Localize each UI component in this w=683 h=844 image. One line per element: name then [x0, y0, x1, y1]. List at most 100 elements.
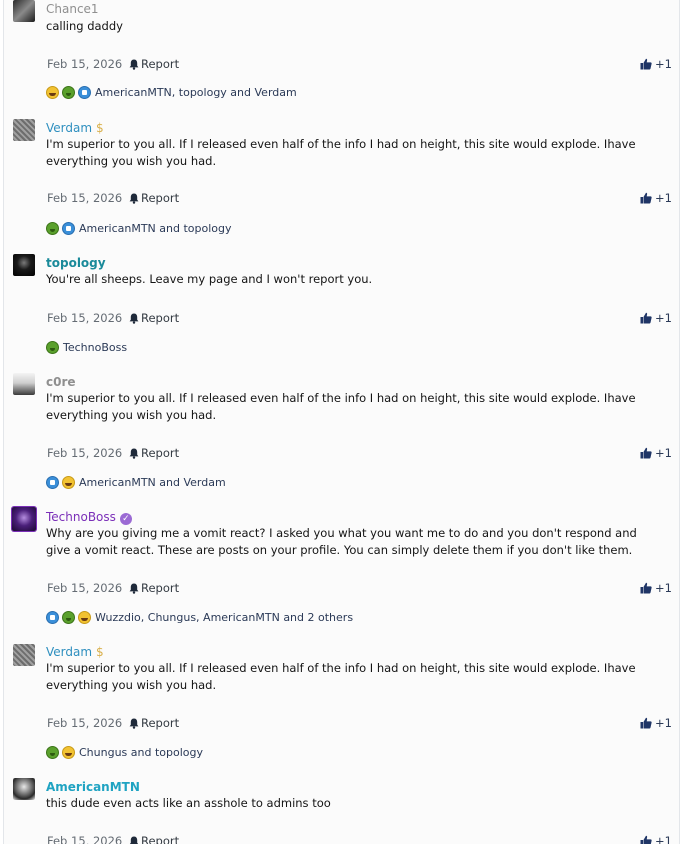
username[interactable]: Verdam $ — [46, 644, 104, 660]
reacted-by[interactable]: Wuzzdio, Chungus, AmericanMTN and 2 othe… — [95, 611, 353, 624]
thumbs-up-icon — [640, 717, 652, 729]
post-date[interactable]: Feb 15, 2026 — [47, 56, 122, 72]
thumbs-up-icon — [640, 582, 652, 594]
dollar-badge-icon: $ — [96, 645, 104, 659]
avatar[interactable] — [12, 507, 36, 531]
avatar[interactable] — [13, 119, 35, 141]
like-button[interactable]: +1 — [640, 833, 672, 844]
bell-icon — [129, 718, 139, 729]
report-label: Report — [141, 191, 180, 205]
like-count: +1 — [655, 446, 672, 460]
report-label: Report — [141, 581, 180, 595]
reaction-summary[interactable]: Wuzzdio, Chungus, AmericanMTN and 2 othe… — [46, 609, 353, 625]
post-date[interactable]: Feb 15, 2026 — [47, 580, 122, 596]
like-count: +1 — [655, 311, 672, 325]
comment-text: I'm superior to you all. If I released e… — [46, 661, 636, 692]
avatar[interactable] — [13, 0, 35, 22]
post-date[interactable]: Feb 15, 2026 — [47, 715, 122, 731]
report-button[interactable]: Report — [129, 445, 179, 461]
report-button[interactable]: Report — [129, 310, 179, 326]
post-date[interactable]: Feb 15, 2026 — [47, 190, 122, 206]
avatar[interactable] — [13, 373, 35, 395]
comment-text: calling daddy — [46, 19, 123, 33]
comment-text: I'm superior to you all. If I released e… — [46, 137, 636, 168]
vomit-react-icon — [62, 611, 75, 624]
thumbs-up-icon — [640, 192, 652, 204]
username-text: Verdam — [46, 645, 93, 659]
bell-icon — [129, 59, 139, 70]
username[interactable]: Chance1 — [46, 1, 99, 17]
comment-post: c0re I'm superior to you all. If I relea… — [4, 363, 679, 499]
like-button[interactable]: +1 — [640, 580, 672, 596]
username[interactable]: Verdam $ — [46, 120, 104, 136]
report-button[interactable]: Report — [129, 56, 179, 72]
like-react-icon — [46, 611, 59, 624]
reacted-by[interactable]: AmericanMTN and Verdam — [79, 476, 226, 489]
post-date[interactable]: Feb 15, 2026 — [47, 833, 122, 844]
bell-icon — [129, 193, 139, 204]
comment-post: AmericanMTN this dude even acts like an … — [4, 768, 679, 844]
reaction-summary[interactable]: TechnoBoss — [46, 339, 127, 355]
post-date[interactable]: Feb 15, 2026 — [47, 310, 122, 326]
report-label: Report — [141, 311, 180, 325]
report-button[interactable]: Report — [129, 580, 179, 596]
like-button[interactable]: +1 — [640, 310, 672, 326]
thumbs-up-icon — [640, 835, 652, 844]
reaction-summary[interactable]: AmericanMTN and Verdam — [46, 474, 226, 490]
report-label: Report — [141, 834, 180, 844]
username[interactable]: TechnoBoss ✓ — [46, 509, 132, 525]
reacted-by[interactable]: Chungus and topology — [79, 746, 203, 759]
username-text: TechnoBoss — [46, 510, 116, 524]
reaction-summary[interactable]: AmericanMTN and topology — [46, 220, 232, 236]
laugh-react-icon — [78, 611, 91, 624]
reacted-by[interactable]: AmericanMTN and topology — [79, 222, 232, 235]
laugh-react-icon — [46, 86, 59, 99]
like-button[interactable]: +1 — [640, 715, 672, 731]
report-button[interactable]: Report — [129, 715, 179, 731]
report-button[interactable]: Report — [129, 833, 179, 844]
bell-icon — [129, 583, 139, 594]
reaction-summary[interactable]: Chungus and topology — [46, 744, 203, 760]
bell-icon — [129, 836, 139, 844]
comment-post: Verdam $ I'm superior to you all. If I re… — [4, 110, 679, 245]
vomit-react-icon — [46, 341, 59, 354]
report-label: Report — [141, 57, 180, 71]
like-count: +1 — [655, 581, 672, 595]
report-label: Report — [141, 446, 180, 460]
comment-post: Verdam $ I'm superior to you all. If I re… — [4, 633, 679, 769]
like-react-icon — [46, 476, 59, 489]
comment-text: this dude even acts like an asshole to a… — [46, 796, 331, 810]
comment-text: You're all sheeps. Leave my page and I w… — [46, 272, 373, 286]
like-react-icon — [78, 86, 91, 99]
report-button[interactable]: Report — [129, 190, 179, 206]
reaction-summary[interactable]: AmericanMTN, topology and Verdam — [46, 84, 297, 100]
username[interactable]: AmericanMTN — [46, 779, 140, 795]
comment-text: I'm superior to you all. If I released e… — [46, 391, 636, 422]
bell-icon — [129, 448, 139, 459]
username[interactable]: c0re — [46, 374, 76, 390]
avatar[interactable] — [13, 778, 35, 800]
comment-feed: Chance1 calling daddy Feb 15, 2026 Repor… — [3, 0, 680, 844]
comment-text: Why are you giving me a vomit react? I a… — [46, 526, 637, 557]
verified-badge-icon: ✓ — [119, 513, 132, 525]
vomit-react-icon — [46, 746, 59, 759]
reacted-by[interactable]: AmericanMTN, topology and Verdam — [95, 86, 297, 99]
reacted-by[interactable]: TechnoBoss — [63, 341, 127, 354]
like-react-icon — [62, 222, 75, 235]
like-count: +1 — [655, 834, 672, 844]
thumbs-up-icon — [640, 447, 652, 459]
like-count: +1 — [655, 191, 672, 205]
comment-post: Chance1 calling daddy Feb 15, 2026 Repor… — [4, 0, 679, 111]
comment-post: TechnoBoss ✓ Why are you giving me a vomi… — [4, 498, 679, 634]
like-count: +1 — [655, 716, 672, 730]
thumbs-up-icon — [640, 58, 652, 70]
laugh-react-icon — [62, 476, 75, 489]
avatar[interactable] — [13, 644, 35, 666]
like-button[interactable]: +1 — [640, 445, 672, 461]
report-label: Report — [141, 716, 180, 730]
like-button[interactable]: +1 — [640, 56, 672, 72]
avatar[interactable] — [13, 254, 35, 276]
like-button[interactable]: +1 — [640, 190, 672, 206]
post-date[interactable]: Feb 15, 2026 — [47, 445, 122, 461]
username[interactable]: topology — [46, 255, 106, 271]
